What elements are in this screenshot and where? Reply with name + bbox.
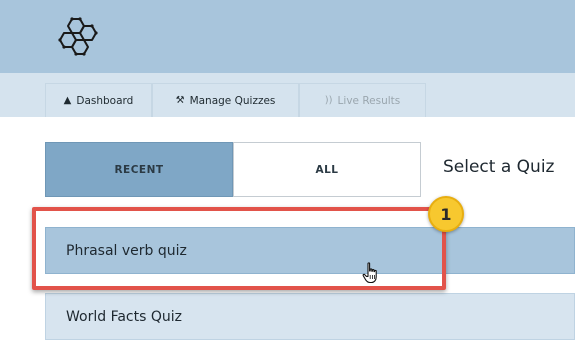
filter-recent-button[interactable]: RECENT [45,142,233,197]
nav-live-results[interactable]: )) Live Results [299,83,426,117]
quiz-list-item[interactable]: World Facts Quiz [45,293,575,340]
hand-pointer-icon [362,262,377,284]
nav-dashboard[interactable]: ▲ Dashboard [45,83,152,117]
highlight-annotation [32,207,446,290]
nav-manage-quizzes[interactable]: ⚒ Manage Quizzes [152,83,299,117]
quiz-name: World Facts Quiz [66,308,182,325]
main-nav: ▲ Dashboard ⚒ Manage Quizzes )) Live Res… [0,73,575,117]
hexagon-logo-icon[interactable] [58,17,98,59]
wrench-icon: ⚒ [175,94,185,106]
broadcast-icon: )) [324,94,333,106]
nav-manage-quizzes-label: Manage Quizzes [189,94,276,107]
nav-dashboard-label: Dashboard [76,94,134,107]
step-badge: 1 [428,196,464,232]
nav-live-results-label: Live Results [337,94,401,107]
filter-all-button[interactable]: ALL [233,142,421,197]
page-title: Select a Quiz [443,157,555,177]
home-icon: ▲ [63,94,72,106]
app-header [0,0,575,73]
